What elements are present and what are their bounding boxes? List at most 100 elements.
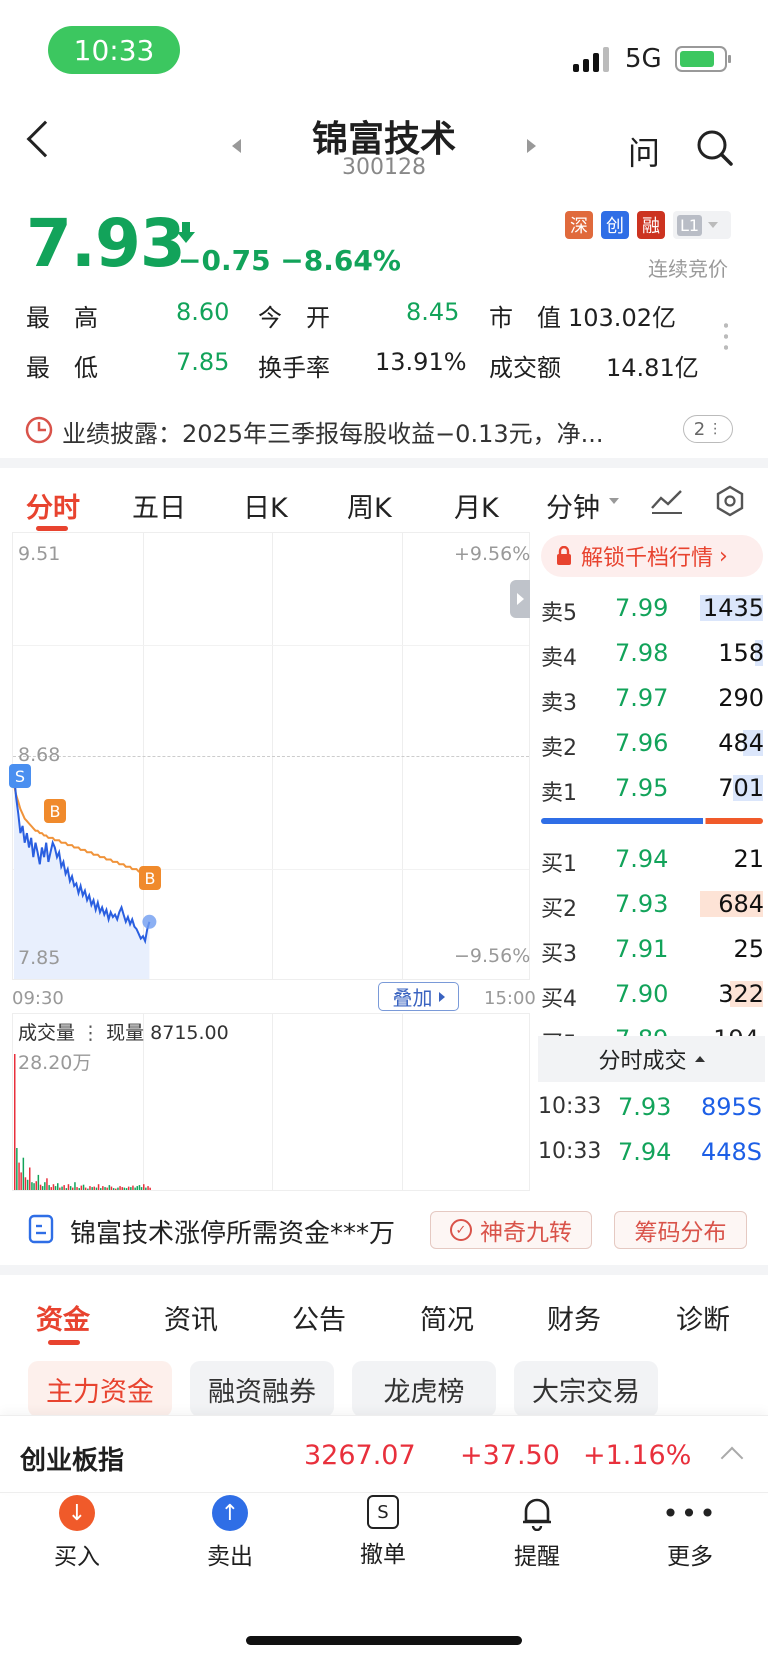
notice-count[interactable]: 2 ⋮: [683, 415, 733, 443]
bell-icon: [519, 1495, 555, 1531]
bid4-vol: 322: [718, 980, 764, 1008]
badge-rong: 融: [637, 211, 665, 239]
cancel-order-icon: S: [367, 1495, 399, 1529]
settings-icon[interactable]: [713, 484, 747, 518]
expand-handle-icon[interactable]: [510, 580, 530, 618]
ask-button[interactable]: 问: [628, 128, 660, 174]
volume-bar: [87, 1188, 89, 1190]
volume-bar: [41, 1186, 44, 1190]
tab-intraday[interactable]: 分时: [26, 486, 80, 525]
bid2-label: 买2: [541, 897, 577, 922]
tab-funds[interactable]: 资金: [36, 1298, 90, 1337]
notice-bar[interactable]: 业绩披露：2025年三季报每股收益−0.13元，净... 2 ⋮: [0, 400, 768, 460]
volume-bar: [89, 1186, 91, 1190]
bid4-label: 买4: [541, 987, 577, 1012]
volume-bar: [18, 1162, 20, 1190]
tab-profile[interactable]: 简况: [420, 1298, 474, 1337]
ask2-price[interactable]: 7.96: [615, 729, 668, 757]
more-icon: •••: [662, 1496, 718, 1530]
nav-buy[interactable]: ↓ 买入: [27, 1495, 127, 1571]
chip-block-trade[interactable]: 大宗交易: [514, 1361, 658, 1417]
chip-margin[interactable]: 融资融券: [190, 1361, 334, 1417]
badge-chuang: 创: [601, 211, 629, 239]
tab-minute[interactable]: 分钟: [546, 486, 600, 525]
next-stock-icon[interactable]: [527, 139, 536, 153]
pct-bottom-label: −9.56%: [454, 945, 531, 967]
ask3-price[interactable]: 7.97: [615, 684, 668, 712]
tab-news[interactable]: 资讯: [164, 1298, 218, 1337]
tick-trades-header[interactable]: 分时成交: [538, 1036, 765, 1082]
bid2-price[interactable]: 7.93: [615, 890, 668, 918]
more-dots-icon[interactable]: [724, 320, 728, 352]
index-pct: +1.16%: [583, 1440, 692, 1471]
ask1-price[interactable]: 7.95: [615, 774, 668, 802]
ask4-vol: 158: [718, 639, 764, 667]
pct-top-label: +9.56%: [454, 543, 531, 565]
index-value: 3267.07: [304, 1440, 416, 1471]
chip-main-funds[interactable]: 主力资金: [28, 1361, 172, 1417]
chevron-up-icon[interactable]: [720, 1446, 744, 1470]
nav-alert[interactable]: 提醒: [487, 1495, 587, 1571]
badge-level[interactable]: L1: [673, 211, 731, 239]
volume-bar: [26, 1179, 29, 1190]
sell-marker[interactable]: S: [9, 764, 31, 788]
limit-up-fund-link[interactable]: 锦富技术涨停所需资金***万: [70, 1213, 395, 1250]
price-top-label: 9.51: [18, 543, 61, 565]
divider: [0, 458, 768, 468]
bid5-row[interactable]: 买5 7.89 194: [541, 1020, 763, 1036]
magic-nine-button[interactable]: ✓ 神奇九转: [430, 1211, 592, 1249]
tab-finance[interactable]: 财务: [547, 1298, 601, 1337]
volume-bar: [44, 1182, 46, 1190]
chip-dragon-tiger[interactable]: 龙虎榜: [352, 1361, 496, 1417]
tab-diagnosis[interactable]: 诊断: [676, 1298, 730, 1337]
volume-bar: [140, 1187, 143, 1190]
bid3-price[interactable]: 7.91: [615, 935, 668, 963]
tab-five-day[interactable]: 五日: [132, 486, 186, 525]
volume-bar: [125, 1188, 128, 1190]
ask4-price[interactable]: 7.98: [615, 639, 668, 667]
tab-week-k[interactable]: 周K: [347, 486, 392, 525]
volume-bar: [61, 1186, 63, 1190]
volume-bar: [35, 1181, 37, 1190]
volume-bar: [65, 1188, 68, 1190]
volume-bar: [74, 1182, 76, 1190]
buy-sell-ratio-bar: [541, 818, 763, 824]
volume-bar: [16, 1148, 18, 1190]
tab-month-k[interactable]: 月K: [454, 486, 499, 525]
nav-more[interactable]: ••• 更多: [640, 1495, 740, 1571]
volume-bar: [54, 1186, 57, 1190]
buy-arrow-icon: ↓: [59, 1495, 95, 1531]
volume-bar: [14, 1054, 16, 1190]
volume-bar: [63, 1185, 65, 1190]
buy-marker[interactable]: B: [139, 866, 161, 890]
nav-sell[interactable]: ↑ 卖出: [180, 1495, 280, 1571]
chip-dist-button[interactable]: 筹码分布: [614, 1211, 747, 1249]
buy-marker[interactable]: B: [44, 799, 66, 823]
bid1-price[interactable]: 7.94: [615, 845, 668, 873]
indicator-icon[interactable]: [650, 486, 684, 516]
nav-cancel[interactable]: S 撤单: [333, 1495, 433, 1569]
search-icon[interactable]: [695, 128, 735, 168]
volume-bar: [67, 1184, 70, 1190]
volume-bar: [119, 1186, 121, 1190]
volume-bar: [39, 1184, 42, 1190]
nav-cancel-label: 撤单: [360, 1542, 406, 1568]
overlay-button[interactable]: 叠加: [378, 982, 459, 1011]
tab-day-k[interactable]: 日K: [243, 486, 288, 525]
bid3-label: 买3: [541, 942, 577, 967]
volume-bar: [78, 1188, 80, 1190]
unlock-depth-button[interactable]: 解锁千档行情 ›: [541, 535, 763, 577]
stat-cap-label: 市 值: [489, 304, 561, 332]
tab-underline: [36, 526, 68, 531]
unlock-label: 解锁千档行情: [581, 546, 714, 571]
index-bar[interactable]: 创业板指 3267.07 +37.50 +1.16%: [0, 1415, 768, 1493]
tab-announcements[interactable]: 公告: [292, 1298, 346, 1337]
volume-bar: [29, 1167, 31, 1190]
ask5-price[interactable]: 7.99: [615, 594, 668, 622]
tab-underline: [48, 1340, 80, 1345]
down-arrow-icon: [177, 222, 195, 243]
bid4-price[interactable]: 7.90: [615, 980, 668, 1008]
volume-bar: [84, 1187, 87, 1190]
tick-trades-title: 分时成交: [598, 1049, 687, 1074]
price-chart-area[interactable]: [12, 532, 530, 980]
